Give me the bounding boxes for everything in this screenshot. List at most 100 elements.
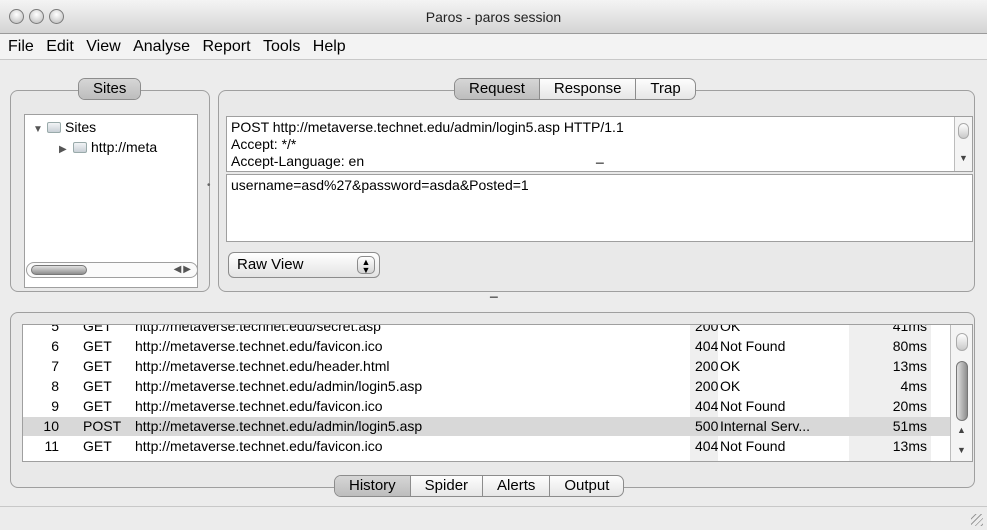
tab-history[interactable]: History (335, 476, 410, 496)
row-code: 200 (695, 324, 719, 334)
row-method: GET (83, 358, 112, 374)
title-bar: Paros - paros session (0, 0, 987, 34)
sites-tab-group: Sites (78, 78, 142, 100)
menu-bar: File Edit View Analyse Report Tools Help (0, 34, 987, 60)
menu-report[interactable]: Report (198, 34, 254, 60)
row-code: 200 (695, 358, 719, 374)
resize-grip-icon[interactable] (971, 514, 983, 526)
tab-sites[interactable]: Sites (79, 79, 141, 99)
row-code: 500 (695, 418, 719, 434)
row-time: 51ms (892, 418, 927, 434)
tree-node-sites[interactable]: ▼ Sites (33, 119, 96, 135)
tab-request[interactable]: Request (455, 79, 539, 99)
row-time: 20ms (892, 398, 927, 414)
scroll-down-arrow-icon[interactable]: ▼ (957, 445, 966, 455)
row-reason: OK (720, 358, 741, 374)
menu-tools[interactable]: Tools (259, 34, 304, 60)
disclosure-expanded-icon[interactable]: ▼ (33, 124, 45, 135)
table-row[interactable]: 6 GET http://metaverse.technet.edu/favic… (23, 337, 951, 356)
row-id: 9 (51, 398, 59, 414)
request-tab-group: Request Response Trap (454, 78, 696, 100)
tab-spider[interactable]: Spider (409, 476, 482, 496)
table-row[interactable]: 7 GET http://metaverse.technet.edu/heade… (23, 357, 951, 376)
scrollbar-thumb[interactable] (31, 265, 87, 275)
row-method: GET (83, 378, 112, 394)
scroll-arrows-icon[interactable]: ◀▶ (174, 264, 193, 275)
row-code: 200 (695, 378, 719, 394)
tree-node-host[interactable]: ▶ http://meta (59, 139, 157, 155)
menu-help[interactable]: Help (309, 34, 350, 60)
zoom-window-icon[interactable] (49, 9, 64, 24)
row-time: 4ms (900, 378, 927, 394)
row-method: GET (83, 324, 112, 334)
table-row[interactable]: 9 GET http://metaverse.technet.edu/favic… (23, 397, 951, 416)
updown-arrows-icon[interactable]: ▲ ▼ (357, 256, 375, 275)
menu-view[interactable]: View (82, 34, 124, 60)
row-id: 8 (51, 378, 59, 394)
row-id: 6 (51, 338, 59, 354)
view-mode-select[interactable]: Raw View ▲ ▼ (228, 252, 380, 278)
disclosure-collapsed-icon[interactable]: ▶ (59, 144, 71, 155)
header-vertical-scrollbar[interactable]: ▼ (954, 117, 972, 171)
row-reason: Internal Serv... (720, 418, 811, 434)
menu-file[interactable]: File (4, 34, 38, 60)
window-title: Paros - paros session (425, 9, 562, 25)
row-reason: OK (720, 378, 741, 394)
scrollbar-cap (956, 333, 968, 351)
tree-node-label: http://meta (91, 139, 158, 155)
row-time: 13ms (892, 358, 927, 374)
scrollbar-thumb[interactable] (956, 361, 968, 421)
row-url: http://metaverse.technet.edu/header.html (135, 358, 390, 374)
scroll-down-arrow-icon[interactable]: ▼ (959, 150, 968, 167)
history-vertical-scrollbar[interactable]: ▲ ▼ (950, 325, 972, 461)
tab-output[interactable]: Output (549, 476, 623, 496)
row-url: http://metaverse.technet.edu/admin/login… (135, 418, 423, 434)
tab-response[interactable]: Response (538, 79, 636, 99)
table-row-selected[interactable]: 10 POST http://metaverse.technet.edu/adm… (23, 417, 951, 436)
request-body-text: username=asd%27&password=asda&Posted=1 (231, 177, 529, 193)
table-row[interactable]: 11 GET http://metaverse.technet.edu/favi… (23, 437, 951, 456)
table-row[interactable]: 8 GET http://metaverse.technet.edu/admin… (23, 377, 951, 396)
row-method: GET (83, 398, 112, 414)
row-url: http://metaverse.technet.edu/favicon.ico (135, 398, 383, 414)
row-id: 7 (51, 358, 59, 374)
row-code: 404 (695, 398, 719, 414)
tab-alerts[interactable]: Alerts (482, 476, 549, 496)
sites-horizontal-scrollbar[interactable]: ◀▶ (26, 262, 198, 278)
folder-icon (47, 122, 61, 133)
row-reason: Not Found (720, 398, 786, 414)
row-url: http://metaverse.technet.edu/secret.asp (135, 324, 381, 334)
header-line: Accept: */* (231, 136, 297, 152)
row-url: http://metaverse.technet.edu/favicon.ico (135, 338, 383, 354)
row-method: POST (83, 418, 122, 434)
table-row[interactable]: 5 GET http://metaverse.technet.edu/secre… (23, 324, 951, 336)
request-body-textarea[interactable]: username=asd%27&password=asda&Posted=1 (226, 174, 973, 242)
row-time: 41ms (892, 324, 927, 334)
minimize-window-icon[interactable] (29, 9, 44, 24)
tab-trap[interactable]: Trap (635, 79, 694, 99)
close-window-icon[interactable] (9, 9, 24, 24)
scroll-up-arrow-icon[interactable]: ▲ (957, 425, 966, 435)
row-id: 5 (51, 324, 59, 334)
row-code: 404 (695, 438, 719, 454)
bottom-tab-group: History Spider Alerts Output (334, 475, 625, 497)
scrollbar-cap (958, 123, 969, 139)
menu-analyse[interactable]: Analyse (129, 34, 194, 60)
history-table: 5 GET http://metaverse.technet.edu/secre… (22, 324, 973, 462)
row-reason: Not Found (720, 338, 786, 354)
row-url: http://metaverse.technet.edu/favicon.ico (135, 438, 383, 454)
folder-icon (73, 142, 87, 153)
menu-edit[interactable]: Edit (42, 34, 78, 60)
row-method: GET (83, 338, 112, 354)
tree-node-label: Sites (65, 119, 97, 135)
status-bar (0, 506, 987, 530)
request-line: POST http://metaverse.technet.edu/admin/… (231, 119, 624, 135)
splitter-handle-icon[interactable]: ▔ (490, 298, 498, 309)
view-mode-value: Raw View (237, 256, 304, 273)
row-reason: Not Found (720, 438, 786, 454)
row-id: 11 (44, 438, 59, 454)
row-reason: OK (720, 324, 741, 334)
row-method: GET (83, 438, 112, 454)
splitter-handle-icon[interactable]: • (207, 180, 211, 191)
row-code: 404 (695, 338, 719, 354)
